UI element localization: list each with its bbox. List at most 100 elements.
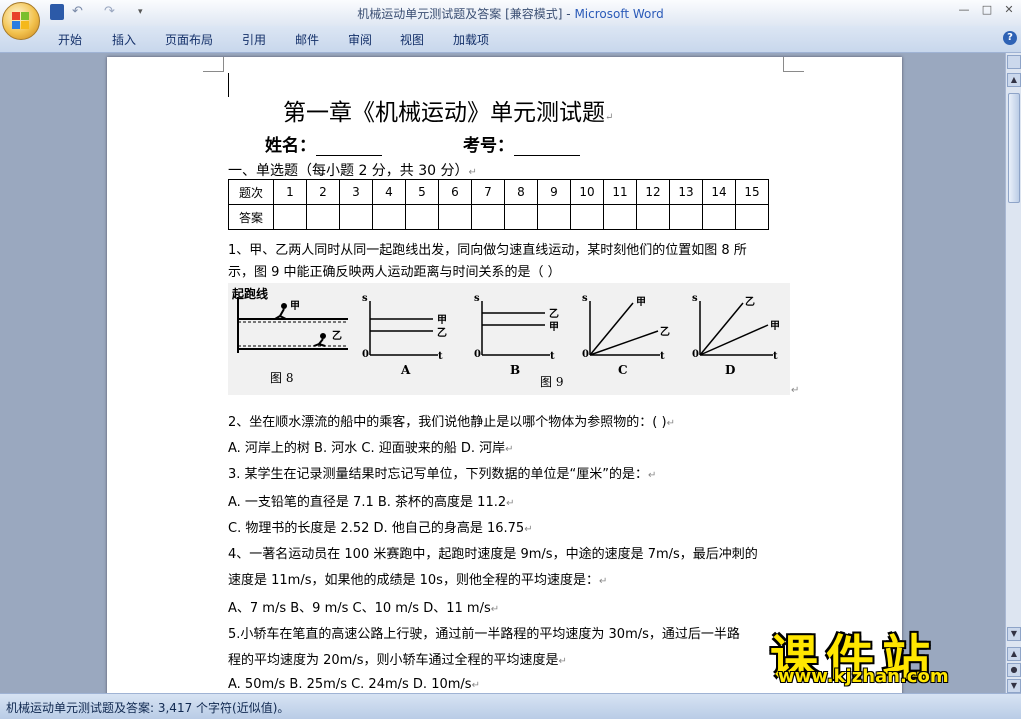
graph-d (699, 301, 773, 356)
next-page-icon[interactable]: ▼ (1007, 679, 1021, 693)
axis-origin-label: 0 (582, 349, 589, 360)
window-title: 机械运动单元测试题及答案 [兼容模式] - Microsoft Word (0, 5, 1021, 22)
yi-label: 乙 (437, 328, 447, 339)
question-3-options-1: A. 一支铅笔的直径是 7.1 B. 茶杯的高度是 11.2↵ (228, 495, 515, 510)
question-5-options: A. 50m/s B. 25m/s C. 24m/s D. 10m/s↵ (228, 677, 480, 692)
tab-references[interactable]: 引用 (242, 31, 266, 48)
answer-table: 题次 1 2 3 4 5 6 7 8 9 10 11 12 13 14 15 答… (228, 179, 769, 230)
graph-b (481, 301, 550, 356)
graph-c (589, 301, 660, 356)
answer-cell[interactable] (570, 204, 604, 230)
answer-cell[interactable] (603, 204, 637, 230)
axis-s-label: s (582, 293, 588, 304)
table-cell: 8 (504, 179, 538, 205)
ruler-toggle-icon[interactable] (1007, 55, 1021, 69)
table-cell: 11 (603, 179, 637, 205)
answer-cell[interactable] (438, 204, 472, 230)
tab-page-layout[interactable]: 页面布局 (165, 31, 213, 48)
figure-8-caption: 图 8 (270, 371, 294, 385)
jia-label: 甲 (290, 301, 300, 312)
question-5-line-2: 程的平均速度为 20m/s，则小轿车通过全程的平均速度是↵ (228, 653, 567, 668)
answer-cell[interactable] (504, 204, 538, 230)
answer-cell[interactable] (471, 204, 505, 230)
jia-label: 甲 (770, 321, 780, 332)
yi-label: 乙 (660, 327, 670, 338)
question-2-options: A. 河岸上的树 B. 河水 C. 迎面驶来的船 D. 河岸↵ (228, 441, 514, 456)
answer-cell[interactable] (339, 204, 373, 230)
tab-insert[interactable]: 插入 (112, 31, 136, 48)
answer-cell[interactable] (735, 204, 769, 230)
tab-view[interactable]: 视图 (400, 31, 424, 48)
table-cell: 1 (273, 179, 307, 205)
scroll-thumb[interactable] (1008, 93, 1020, 203)
axis-s-label: s (474, 293, 480, 304)
minimize-button[interactable]: — (955, 2, 973, 18)
table-cell: 15 (735, 179, 769, 205)
table-header-cell: 题次 (228, 179, 274, 205)
answer-cell[interactable] (537, 204, 571, 230)
axis-s-label: s (362, 293, 368, 304)
answer-cell[interactable] (669, 204, 703, 230)
axis-t-label: t (660, 351, 665, 362)
table-cell: 13 (669, 179, 703, 205)
tab-review[interactable]: 审阅 (348, 31, 372, 48)
graph-a (369, 301, 438, 356)
tab-home[interactable]: 开始 (58, 31, 82, 48)
figure-9-caption: 图 9 (540, 375, 564, 389)
scroll-up-icon[interactable]: ▲ (1007, 73, 1021, 87)
previous-page-icon[interactable]: ▲ (1007, 647, 1021, 661)
title-bar: ↶ ↷ ▾ 机械运动单元测试题及答案 [兼容模式] - Microsoft Wo… (0, 0, 1021, 26)
table-cell: 12 (636, 179, 670, 205)
start-line-label: 起跑线 (232, 287, 269, 301)
document-page[interactable]: 第一章《机械运动》单元测试题↵ 姓名： 考号： 一、单选题（每小题 2 分，共 … (107, 57, 902, 693)
section-heading: 一、单选题（每小题 2 分，共 30 分）↵ (228, 163, 477, 179)
question-4-options: A、7 m/s B、9 m/s C、10 m/s D、11 m/s↵ (228, 601, 500, 616)
axis-origin-label: 0 (474, 349, 481, 360)
scroll-down-icon[interactable]: ▼ (1007, 627, 1021, 641)
question-5-line-1: 5.小轿车在笔直的高速公路上行驶，通过前一半路程的平均速度为 30m/s，通过后… (228, 627, 740, 642)
answer-cell[interactable] (702, 204, 736, 230)
question-1-line-2: 示，图 9 中能正确反映两人运动距离与时间关系的是（ ） (228, 265, 561, 280)
axis-s-label: s (692, 293, 698, 304)
jia-label: 甲 (549, 322, 559, 333)
answer-cell[interactable] (306, 204, 340, 230)
margin-corner-mark (783, 57, 804, 72)
select-browse-object-icon[interactable]: ● (1007, 663, 1021, 677)
question-4-line-1: 4、一著名运动员在 100 米赛跑中，起跑时速度是 9m/s，中途的速度是 7m… (228, 547, 758, 562)
table-cell: 14 (702, 179, 736, 205)
table-cell: 4 (372, 179, 406, 205)
axis-origin-label: 0 (362, 349, 369, 360)
close-button[interactable]: ✕ (1000, 2, 1018, 18)
table-cell: 7 (471, 179, 505, 205)
office-button[interactable] (2, 2, 40, 40)
ribbon-tab-bar: 开始 插入 页面布局 引用 邮件 审阅 视图 加载项 ? (0, 26, 1021, 53)
table-row: 题次 1 2 3 4 5 6 7 8 9 10 11 12 13 14 15 (228, 179, 769, 205)
axis-t-label: t (773, 351, 778, 362)
answer-cell[interactable] (273, 204, 307, 230)
option-c-label: C (618, 363, 628, 377)
page-title: 第一章《机械运动》单元测试题↵ (283, 100, 614, 126)
option-d-label: D (725, 363, 736, 377)
paragraph-mark: ↵ (791, 385, 800, 396)
help-icon[interactable]: ? (1003, 31, 1017, 45)
table-cell: 6 (438, 179, 472, 205)
office-logo-icon (12, 12, 30, 30)
yi-label: 乙 (745, 297, 755, 308)
axis-t-label: t (550, 351, 555, 362)
table-cell: 9 (537, 179, 571, 205)
answer-cell[interactable] (372, 204, 406, 230)
app-name: Microsoft Word (574, 7, 664, 21)
figure-graphics (237, 297, 773, 356)
document-area: 第一章《机械运动》单元测试题↵ 姓名： 考号： 一、单选题（每小题 2 分，共 … (0, 53, 1005, 693)
watermark-url: www.kjzhan.com (778, 666, 949, 687)
question-2: 2、坐在顺水漂流的船中的乘客，我们说他静止是以哪个物体为参照物的：( )↵ (228, 415, 675, 430)
table-cell: 3 (339, 179, 373, 205)
answer-cell[interactable] (636, 204, 670, 230)
tab-add-ins[interactable]: 加载项 (453, 31, 489, 48)
vertical-scrollbar[interactable]: ▲ ▼ ▲ ● ▼ (1005, 53, 1021, 693)
tab-mailings[interactable]: 邮件 (295, 31, 319, 48)
answer-cell[interactable] (405, 204, 439, 230)
question-3-options-2: C. 物理书的长度是 2.52 D. 他自己的身高是 16.75↵ (228, 521, 533, 536)
yi-label: 乙 (332, 331, 342, 342)
restore-button[interactable]: □ (978, 2, 996, 18)
